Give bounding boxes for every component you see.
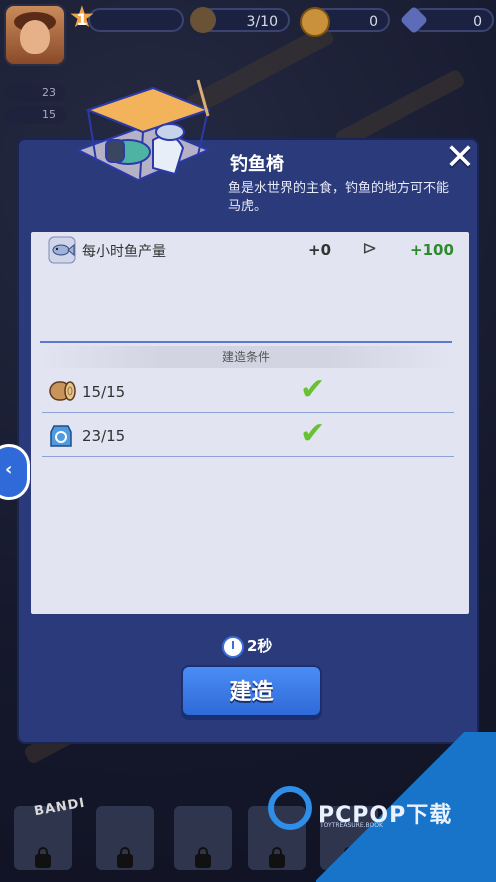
requirement-row: 23/15 ✔ — [42, 414, 454, 457]
checkmark-icon: ✔ — [300, 416, 326, 451]
build-time: 2秒 — [222, 634, 272, 658]
build-button[interactable]: 建造 — [181, 665, 322, 717]
lock-icon — [269, 847, 285, 868]
avatar[interactable] — [4, 4, 66, 66]
lock-icon — [35, 847, 51, 868]
clock-icon — [222, 635, 244, 658]
level-star-icon: ★ 1 — [66, 2, 98, 34]
top-hud: ★ 1 3/10 0 0 — [0, 0, 496, 70]
level-bar — [88, 8, 184, 32]
production-label: 每小时鱼产量 — [82, 244, 166, 260]
character-icon — [190, 7, 216, 33]
requirements-header: 建造条件 — [40, 346, 452, 368]
requirement-value: 15/15 — [82, 383, 126, 401]
building-title: 钓鱼椅 — [230, 154, 284, 175]
level-value: 1 — [76, 10, 88, 29]
watermark-subtext: TOYTREASURE.BOOK — [320, 822, 383, 829]
production-current: +0 — [308, 241, 332, 259]
watermark-logo-icon — [268, 786, 312, 830]
chevron-left-icon: ‹ — [5, 459, 13, 480]
side-tab-button[interactable]: ‹ — [0, 444, 30, 500]
requirement-value: 23/15 — [82, 427, 126, 445]
fish-icon — [48, 236, 76, 264]
lock-icon — [117, 847, 133, 868]
requirement-row: 15/15 ✔ — [42, 370, 454, 413]
side-resource-2: 15 — [4, 106, 66, 124]
dock-slot-locked[interactable] — [174, 806, 232, 870]
building-description: 鱼是水世界的主食，钓鱼的地方可不能马虎。 — [228, 181, 450, 214]
build-time-value: 2秒 — [247, 637, 273, 655]
production-next: +100 — [410, 241, 454, 259]
checkmark-icon: ✔ — [300, 372, 326, 407]
recycle-bag-icon — [50, 425, 72, 447]
coin-icon — [300, 7, 330, 37]
lock-icon — [195, 847, 211, 868]
production-row: 每小时鱼产量 +0 ⊳ +100 — [42, 234, 462, 266]
fishing-chair-icon — [75, 79, 211, 182]
upgrade-arrow-icon: ⊳ — [362, 238, 378, 259]
wood-log-icon — [49, 381, 76, 401]
close-button[interactable]: ✕ — [442, 140, 478, 176]
dock-slot-locked[interactable] — [96, 806, 154, 870]
divider — [40, 341, 452, 343]
side-resource-1: 23 — [4, 84, 66, 102]
